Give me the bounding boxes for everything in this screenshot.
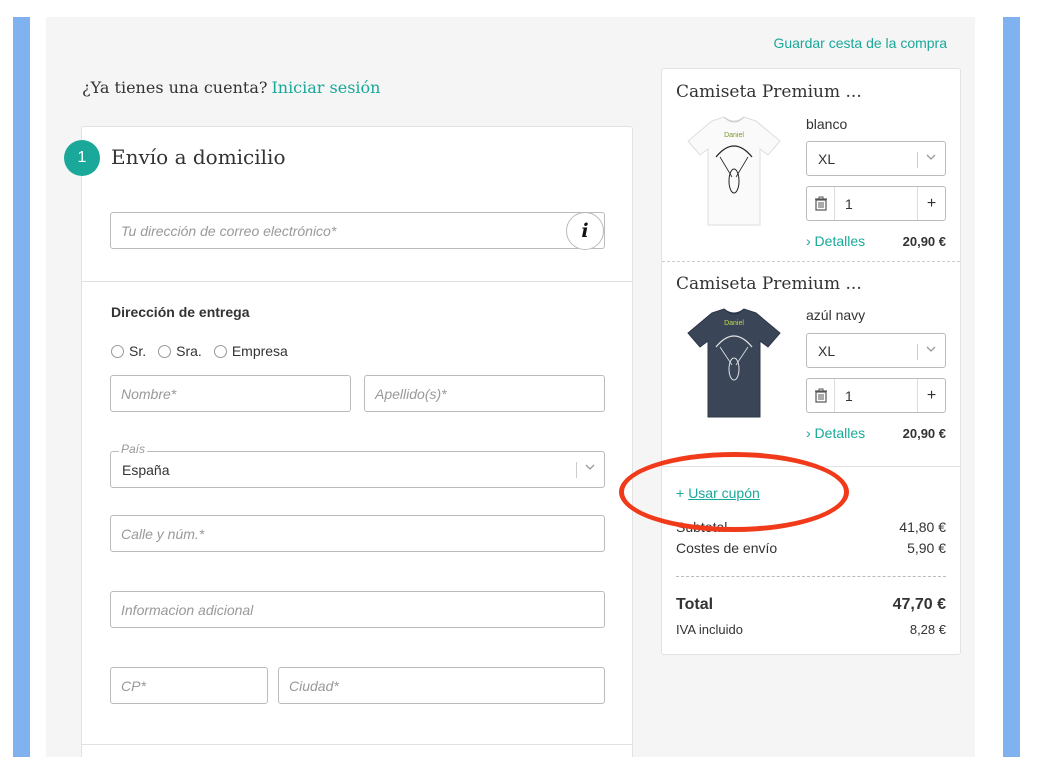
subtotal-value: 41,80 €	[899, 519, 946, 535]
item-title: Camiseta Premium ...	[676, 274, 862, 294]
item-color: blanco	[806, 116, 848, 132]
country-legend: País	[119, 442, 148, 456]
city-field[interactable]: Ciudad*	[278, 667, 605, 704]
email-field[interactable]: Tu dirección de correo electrónico* i	[110, 212, 605, 250]
checkout-page: Guardar cesta de la compra ¿Ya tienes un…	[46, 17, 975, 757]
save-cart-link[interactable]: Guardar cesta de la compra	[773, 35, 947, 51]
details-link[interactable]: › Detalles	[806, 233, 865, 249]
chevron-down-icon	[925, 151, 937, 166]
vat-label: IVA incluido	[676, 622, 743, 637]
radio-label: Empresa	[231, 343, 288, 359]
zip-placeholder: CP*	[121, 677, 146, 694]
last-name-placeholder: Apellido(s)*	[375, 385, 447, 402]
country-select[interactable]: País España	[110, 442, 605, 488]
select-separator	[576, 462, 577, 478]
total-row: Total 47,70 €	[676, 596, 946, 614]
details-link[interactable]: › Detalles	[806, 425, 865, 441]
item-price: 20,90 €	[902, 426, 946, 441]
step-number-badge: 1	[64, 140, 100, 176]
size-value: XL	[818, 151, 836, 167]
email-placeholder: Tu dirección de correo electrónico*	[121, 222, 337, 239]
section-divider	[82, 744, 632, 745]
street-placeholder: Calle y núm.*	[121, 525, 205, 542]
shirt-print-text: Daniel	[724, 132, 744, 139]
first-name-placeholder: Nombre*	[121, 385, 177, 402]
item-title: Camiseta Premium ...	[676, 82, 862, 102]
size-select[interactable]: XL	[806, 333, 946, 368]
chevron-down-icon	[584, 461, 596, 476]
login-prompt: ¿Ya tienes una cuenta? Iniciar sesión	[82, 78, 380, 97]
item-color: azúl navy	[806, 307, 866, 323]
select-separator	[917, 152, 918, 168]
vat-value: 8,28 €	[909, 622, 946, 637]
shipping-value: 5,90 €	[907, 540, 946, 556]
radio-circle-icon	[213, 344, 227, 358]
first-name-field[interactable]: Nombre*	[110, 375, 351, 412]
info-icon[interactable]: i	[566, 212, 604, 250]
highlight-ellipse-annotation	[619, 452, 849, 532]
tshirt-white-image: Daniel	[687, 116, 781, 226]
radio-empresa[interactable]: Empresa	[213, 343, 288, 359]
plus-icon[interactable]: +	[917, 187, 945, 220]
right-side-bar	[1003, 17, 1020, 757]
radio-sr[interactable]: Sr.	[111, 343, 146, 359]
trash-icon[interactable]	[807, 379, 835, 412]
shipping-form-panel: 1 Envío a domicilio Tu dirección de corr…	[64, 126, 633, 757]
item-price: 20,90 €	[902, 234, 946, 249]
quantity-input[interactable]: 1	[835, 379, 917, 412]
last-name-field[interactable]: Apellido(s)*	[364, 375, 605, 412]
trash-icon[interactable]	[807, 187, 835, 220]
shipping-label: Costes de envío	[676, 540, 778, 556]
tshirt-navy-image: Daniel	[687, 308, 781, 418]
item-divider	[662, 261, 960, 262]
size-value: XL	[818, 343, 836, 359]
total-value: 47,70 €	[892, 596, 946, 613]
select-separator	[917, 344, 918, 360]
salutation-radio-group: Sr. Sra. Empresa	[111, 343, 300, 359]
city-placeholder: Ciudad*	[289, 677, 339, 694]
quantity-stepper: 1 +	[806, 186, 946, 221]
country-value: España	[122, 462, 170, 478]
total-label: Total	[676, 596, 714, 613]
street-field[interactable]: Calle y núm.*	[110, 515, 605, 552]
size-select[interactable]: XL	[806, 141, 946, 176]
radio-sra[interactable]: Sra.	[158, 343, 202, 359]
account-question: ¿Ya tienes una cuenta?	[82, 78, 268, 97]
section-divider	[82, 281, 632, 282]
summary-divider	[676, 576, 946, 577]
radio-circle-icon	[111, 344, 124, 358]
plus-icon[interactable]: +	[917, 379, 945, 412]
chevron-down-icon	[925, 343, 937, 358]
radio-label: Sra.	[176, 343, 202, 359]
additional-info-placeholder: Informacion adicional	[121, 601, 254, 618]
login-link[interactable]: Iniciar sesión	[271, 78, 380, 97]
step-title: Envío a domicilio	[111, 145, 286, 169]
additional-info-field[interactable]: Informacion adicional	[110, 591, 605, 628]
delivery-address-label: Dirección de entrega	[111, 304, 250, 320]
quantity-stepper: 1 +	[806, 378, 946, 413]
quantity-input[interactable]: 1	[835, 187, 917, 220]
cart-summary-panel: Camiseta Premium ... Daniel blanco XL 1	[661, 68, 961, 655]
radio-circle-icon	[158, 344, 172, 358]
vat-row: IVA incluido 8,28 €	[676, 622, 946, 637]
left-side-bar	[13, 17, 30, 757]
shipping-row: Costes de envío 5,90 €	[676, 540, 946, 556]
zip-field[interactable]: CP*	[110, 667, 268, 704]
radio-label: Sr.	[129, 343, 147, 359]
shirt-print-text: Daniel	[724, 320, 744, 327]
